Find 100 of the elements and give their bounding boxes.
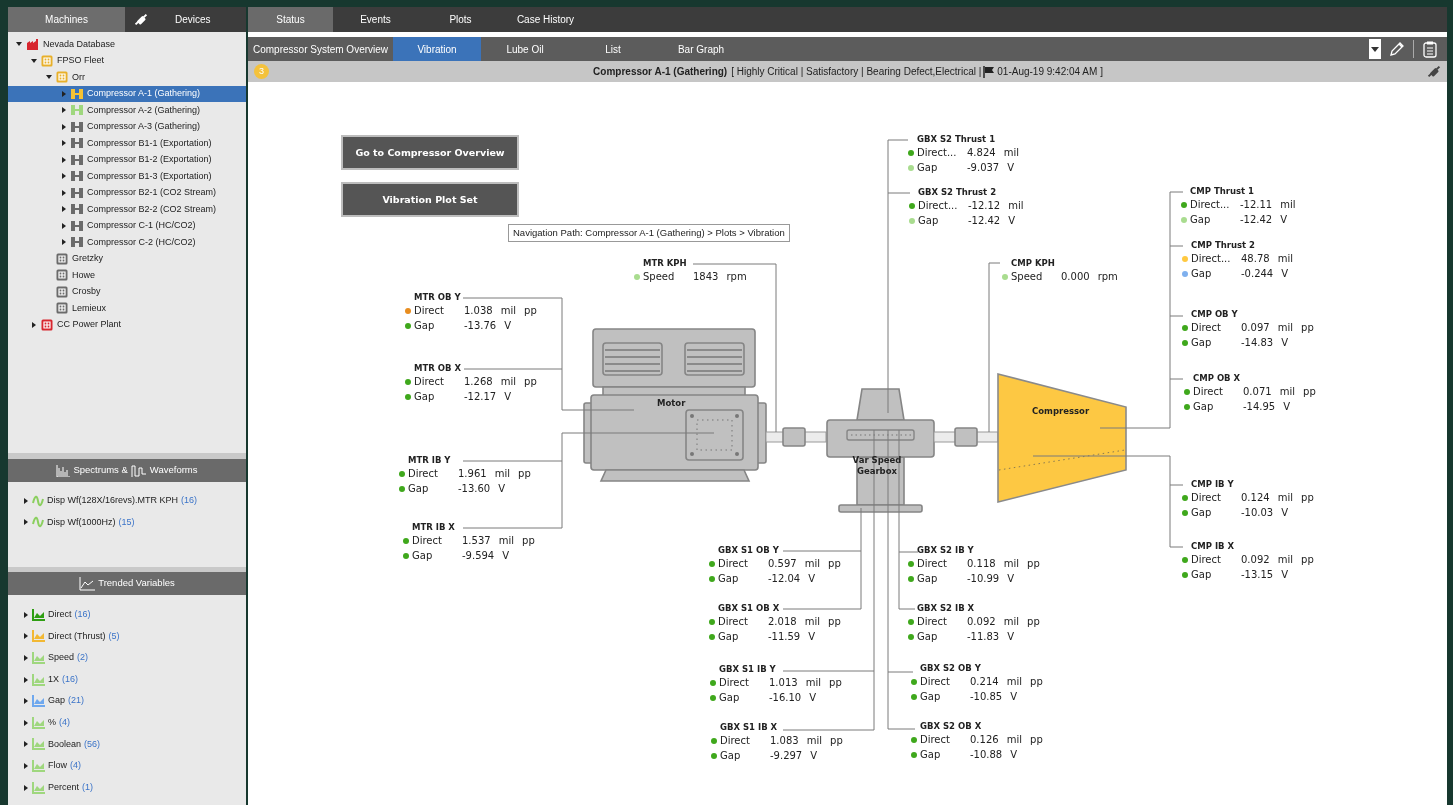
tree-item[interactable]: Compressor C-2 (HC/CO2) [8,234,246,251]
point-label: Gap [920,748,942,762]
variable-item[interactable]: Flow (4) [8,755,246,777]
variable-item[interactable]: % (4) [8,711,246,734]
point-unit: mil pp [805,676,842,690]
point-label: Gap [1191,336,1213,350]
variable-item[interactable]: Direct (16) [8,604,246,626]
variable-item[interactable]: Percent (1) [8,776,246,799]
caret-icon[interactable] [61,123,67,130]
caret-icon[interactable] [23,676,29,683]
tree-item[interactable]: Gretzky [8,250,246,267]
caret-icon[interactable] [31,321,37,328]
point-label: Direct [718,557,749,571]
variable-item[interactable]: Gap (21) [8,690,246,712]
variable-item[interactable]: Boolean (56) [8,733,246,756]
variable-item[interactable]: Direct (Thrust) (5) [8,625,246,648]
tree-item[interactable]: Compressor B1-1 (Exportation) [8,135,246,152]
action-button[interactable]: Vibration Plot Set [341,182,519,217]
tab[interactable]: List [569,37,658,61]
point-label: Gap [718,572,740,586]
trend-icon [79,576,96,591]
dropdown-button[interactable] [1369,39,1381,59]
tree-item[interactable]: Compressor B1-2 (Exportation) [8,151,246,168]
tab[interactable]: Compressor System Overview [248,37,394,61]
point-unit: V [1010,748,1018,762]
caret-icon [1371,46,1379,52]
tree-item[interactable]: Compressor B2-1 (CO2 Stream) [8,184,246,201]
point-value: -11.83 [967,630,1000,644]
point-value: -11.59 [768,630,801,644]
tab[interactable]: Vibration [393,37,482,61]
panel-tab[interactable]: Machines [8,7,125,32]
caret-icon[interactable] [23,741,29,748]
caret-icon[interactable] [61,173,67,180]
point-unit: mil pp [1277,321,1314,335]
tree-item[interactable]: CC Power Plant [8,316,246,333]
point-label: Direct... [1191,252,1232,266]
caret-icon[interactable] [61,206,67,213]
point-unit: mil pp [1279,385,1316,399]
timestamp: 01-Aug-19 9:42:04 AM ] [997,65,1103,79]
tree-item[interactable]: Lemieux [8,300,246,317]
waveform-item[interactable]: Disp Wf(1000Hz) (15) [8,511,246,534]
caret-icon[interactable] [23,633,29,640]
tree-item[interactable]: Compressor A-2 (Gathering) [8,102,246,119]
point-label: Gap [408,482,430,496]
point-value: 1843 [693,270,719,284]
clipboard-icon[interactable] [1423,40,1437,58]
point-value: 0.124 [1241,491,1270,505]
point-value: 0.214 [970,675,999,689]
point-value: -9.594 [462,549,495,563]
point-value: -10.99 [967,572,1000,586]
caret-icon[interactable] [23,497,29,504]
tree-item[interactable]: Nevada Database [8,36,246,53]
point-title: GBX S2 OB Y [920,663,981,674]
waveform-item[interactable]: Disp Wf(128X/16revs).MTR KPH (16) [8,490,246,512]
point-value: -14.83 [1241,336,1274,350]
tree-item[interactable]: Compressor A-3 (Gathering) [8,118,246,135]
caret-icon[interactable] [46,74,52,81]
wave-icon [32,516,44,529]
caret-icon[interactable] [23,655,29,661]
tree-item[interactable]: Compressor B2-2 (CO2 Stream) [8,201,246,218]
caret-icon[interactable] [61,107,67,114]
point-unit: V [1280,213,1288,227]
tree-item[interactable]: Howe [8,267,246,284]
point-unit: V [1007,161,1015,175]
variable-item[interactable]: Speed (2) [8,647,246,669]
caret-icon[interactable] [61,222,67,229]
tab[interactable]: Bar Graph [657,37,746,61]
point-label: Direct [1191,553,1222,567]
wave-icon [32,494,44,507]
point-value: 1.083 [770,734,799,748]
caret-icon[interactable] [16,41,22,48]
caret-icon[interactable] [23,719,29,726]
tree-item[interactable]: FPSO Fleet [8,52,246,69]
caret-icon[interactable] [61,189,67,196]
caret-icon[interactable] [23,698,29,705]
action-button[interactable]: Go to Compressor Overview [341,135,519,170]
caret-icon[interactable] [23,611,29,618]
tree-item[interactable]: Compressor A-1 (Gathering) [8,85,246,102]
caret-icon[interactable] [61,239,67,246]
pencil-icon[interactable] [1389,41,1405,57]
point-unit: V [1281,506,1289,520]
tree-item[interactable]: Crosby [8,283,246,300]
tree-item[interactable]: Orr [8,69,246,86]
point-label: Direct [718,615,749,629]
caret-icon[interactable] [61,140,67,147]
point-value: 2.018 [768,615,797,629]
tab[interactable]: Lube Oil [481,37,570,61]
variable-item[interactable]: 1X (16) [8,668,246,691]
point-label: Direct [1193,385,1224,399]
caret-icon[interactable] [23,519,29,526]
caret-icon[interactable] [23,784,29,791]
caret-icon[interactable] [31,57,37,64]
tree-item[interactable]: Compressor C-1 (HC/CO2) [8,217,246,234]
tree-item[interactable]: Compressor B1-3 (Exportation) [8,168,246,185]
caret-icon[interactable] [23,762,29,769]
point-title: CMP IB Y [1191,479,1234,490]
point-unit: V [1007,630,1015,644]
point-unit: mil [1280,198,1296,212]
tab[interactable]: Status [248,7,333,32]
caret-icon[interactable] [61,156,67,163]
